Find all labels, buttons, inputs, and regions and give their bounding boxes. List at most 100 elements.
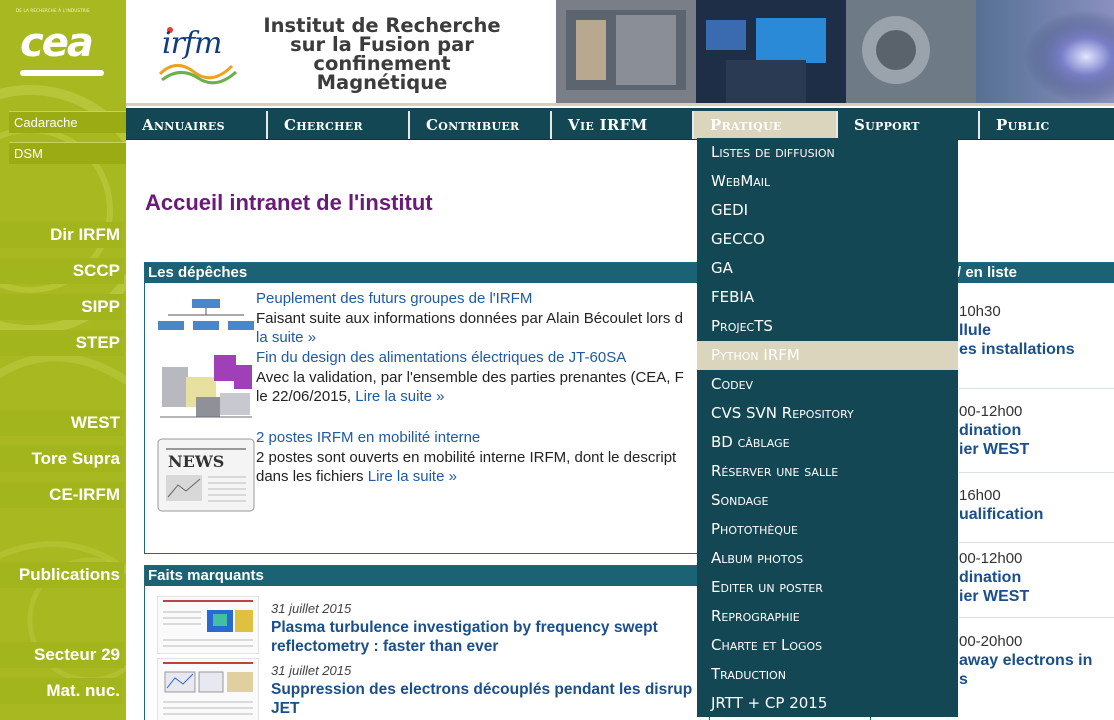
newspaper-word: NEWS <box>168 452 224 471</box>
pratique-dropdown-menu: Listes de diffusion WebMail GEDI GECCO G… <box>697 138 958 717</box>
tokamak-photo-illustration <box>556 0 1114 103</box>
cea-tagline: DE LA RECHERCHE À L'INDUSTRIE <box>16 8 90 13</box>
menu-item-jrtt-cp-2015[interactable]: JRTT + CP 2015 <box>697 689 958 718</box>
page-title: Accueil intranet de l'institut <box>145 190 433 215</box>
nav-chercher[interactable]: Chercher <box>268 111 410 139</box>
news-text: 2 postes sont ouverts en mobilité intern… <box>256 448 696 486</box>
news-text-body-2: le 22/06/2015, <box>256 388 352 405</box>
news-text-body: Faisant suite aux informations données p… <box>256 310 683 327</box>
menu-item-codev[interactable]: Codev <box>697 370 958 399</box>
read-more-link[interactable]: Lire la suite » <box>355 388 444 405</box>
sidebar-link-secteur-29[interactable]: Secteur 29 <box>0 642 124 668</box>
agenda-title-link-2[interactable]: ier WEST <box>959 587 1029 606</box>
news-title-link[interactable]: 2 postes IRFM en mobilité interne <box>256 429 480 446</box>
agenda-row[interactable]: 00-20h00 away electrons in s <box>959 633 1114 713</box>
menu-item-editer-un-poster[interactable]: Editer un poster <box>697 573 958 602</box>
nav-vie-irfm[interactable]: Vie IRFM <box>552 111 694 139</box>
irfm-logo-word: irfm <box>162 26 222 61</box>
left-sidebar: DE LA RECHERCHE À L'INDUSTRIE cea Cadara… <box>0 0 126 720</box>
nav-pratique[interactable]: Pratique <box>694 111 838 139</box>
news-text: Avec la validation, par l'ensemble des p… <box>256 368 696 406</box>
cea-logo-underline <box>20 70 104 76</box>
agenda-time: 10h30 <box>959 303 1001 320</box>
menu-item-gecco[interactable]: GECCO <box>697 225 958 254</box>
read-more-link[interactable]: Lire la suite » <box>368 468 457 485</box>
irfm-logo[interactable]: irfm <box>156 22 246 86</box>
news-item: Fin du design des alimentations électriq… <box>145 347 705 427</box>
agenda-time: 00-12h00 <box>959 403 1023 420</box>
menu-item-cvs-svn-repository[interactable]: CVS SVN Repository <box>697 399 958 428</box>
sidebar-link-dsm[interactable]: DSM <box>9 142 126 164</box>
sidebar-link-mat-nuc[interactable]: Mat. nuc. <box>0 678 124 704</box>
institute-title: Institut de Recherche sur la Fusion par … <box>263 14 501 94</box>
agenda-title-link[interactable]: ualification <box>959 505 1043 524</box>
agenda-separator <box>959 542 1114 543</box>
nav-public[interactable]: Public <box>980 111 1114 139</box>
agenda-row[interactable]: 16h00 ualification <box>959 487 1114 547</box>
sidebar-link-west[interactable]: WEST <box>0 410 124 436</box>
agenda-time: 00-20h00 <box>959 633 1023 650</box>
power-supply-thumbnail[interactable] <box>156 347 256 425</box>
menu-item-febia[interactable]: FEBIA <box>697 283 958 312</box>
menu-item-album-photos[interactable]: Album photos <box>697 544 958 573</box>
agenda-title-link-2[interactable]: s <box>959 670 968 689</box>
menu-item-bd-cablage[interactable]: BD câblage <box>697 428 958 457</box>
cea-logo[interactable]: DE LA RECHERCHE À L'INDUSTRIE cea <box>0 0 126 100</box>
agenda-separator <box>959 388 1114 389</box>
sidebar-link-ce-irfm[interactable]: CE-IRFM <box>0 482 124 508</box>
news-title-link[interactable]: Peuplement des futurs groupes de l'IRFM <box>256 290 532 307</box>
agenda-title-link[interactable]: llule <box>959 321 991 340</box>
agenda-separator <box>959 617 1114 618</box>
menu-item-reprographie[interactable]: Reprographie <box>697 602 958 631</box>
nav-support[interactable]: Support <box>838 111 980 139</box>
sidebar-link-dir-irfm[interactable]: Dir IRFM <box>0 222 124 248</box>
main-nav: Annuaires Chercher Contribuer Vie IRFM P… <box>126 108 1114 140</box>
sidebar-link-publications[interactable]: Publications <box>0 562 124 588</box>
menu-item-webmail[interactable]: WebMail <box>697 167 958 196</box>
menu-item-ga[interactable]: GA <box>697 254 958 283</box>
sidebar-decoration <box>0 85 126 683</box>
agenda-title-link-2[interactable]: es installations <box>959 340 1075 359</box>
menu-item-listes-de-diffusion[interactable]: Listes de diffusion <box>697 138 958 167</box>
header-photo <box>556 0 1114 103</box>
agenda-row[interactable]: 00-12h00 dination ier WEST <box>959 550 1114 630</box>
fait-title-link[interactable]: Suppression des electrons découplés pend… <box>271 680 709 718</box>
agenda-title-link[interactable]: dination <box>959 421 1021 440</box>
menu-item-charte-et-logos[interactable]: Charte et Logos <box>697 631 958 660</box>
news-text-body: 2 postes sont ouverts en mobilité intern… <box>256 449 677 466</box>
news-text: Faisant suite aux informations données p… <box>256 309 696 347</box>
agenda-time: 00-12h00 <box>959 550 1023 567</box>
agenda-row[interactable]: 00-12h00 dination ier WEST <box>959 403 1114 483</box>
org-chart-thumbnail[interactable] <box>156 297 256 337</box>
agenda-separator <box>959 472 1114 473</box>
sidebar-link-cadarache[interactable]: Cadarache <box>9 111 126 133</box>
sidebar-link-sccp[interactable]: SCCP <box>0 258 124 284</box>
news-title-link[interactable]: Fin du design des alimentations électriq… <box>256 349 626 366</box>
newspaper-icon[interactable]: NEWS <box>156 437 256 513</box>
paper-thumbnail[interactable] <box>157 596 259 654</box>
paper-thumbnail[interactable] <box>157 658 259 720</box>
site-header: irfm Institut de Recherche sur la Fusion… <box>126 0 1114 106</box>
sidebar-link-tore-supra[interactable]: Tore Supra <box>0 446 124 472</box>
nav-annuaires[interactable]: Annuaires <box>126 111 268 139</box>
agenda-title-link[interactable]: away electrons in <box>959 651 1092 670</box>
fait-title-link[interactable]: Plasma turbulence investigation by frequ… <box>271 618 709 656</box>
menu-item-traduction[interactable]: Traduction <box>697 660 958 689</box>
menu-item-projects[interactable]: ProjecTS <box>697 312 958 341</box>
nav-contribuer[interactable]: Contribuer <box>410 111 552 139</box>
depeches-panel: Les dépêches Peuplement des futurs group… <box>144 262 710 554</box>
sidebar-link-step[interactable]: STEP <box>0 330 124 356</box>
menu-item-phototheque[interactable]: Photothèque <box>697 515 958 544</box>
agenda-time: 16h00 <box>959 487 1001 504</box>
menu-item-sondage[interactable]: Sondage <box>697 486 958 515</box>
read-more-link[interactable]: la suite » <box>256 329 316 346</box>
menu-item-python-irfm[interactable]: Python IRFM <box>697 341 958 370</box>
agenda-title-link-2[interactable]: ier WEST <box>959 440 1029 459</box>
menu-item-reserver-une-salle[interactable]: Réserver une salle <box>697 457 958 486</box>
sidebar-link-sipp[interactable]: SIPP <box>0 294 124 320</box>
agenda-row[interactable]: 10h30 llule es installations <box>959 303 1114 389</box>
faits-marquants-panel: Faits marquants 31 juillet 2015 Plasma t… <box>144 565 710 720</box>
depeches-heading: Les dépêches <box>145 263 709 283</box>
agenda-title-link[interactable]: dination <box>959 568 1021 587</box>
menu-item-gedi[interactable]: GEDI <box>697 196 958 225</box>
